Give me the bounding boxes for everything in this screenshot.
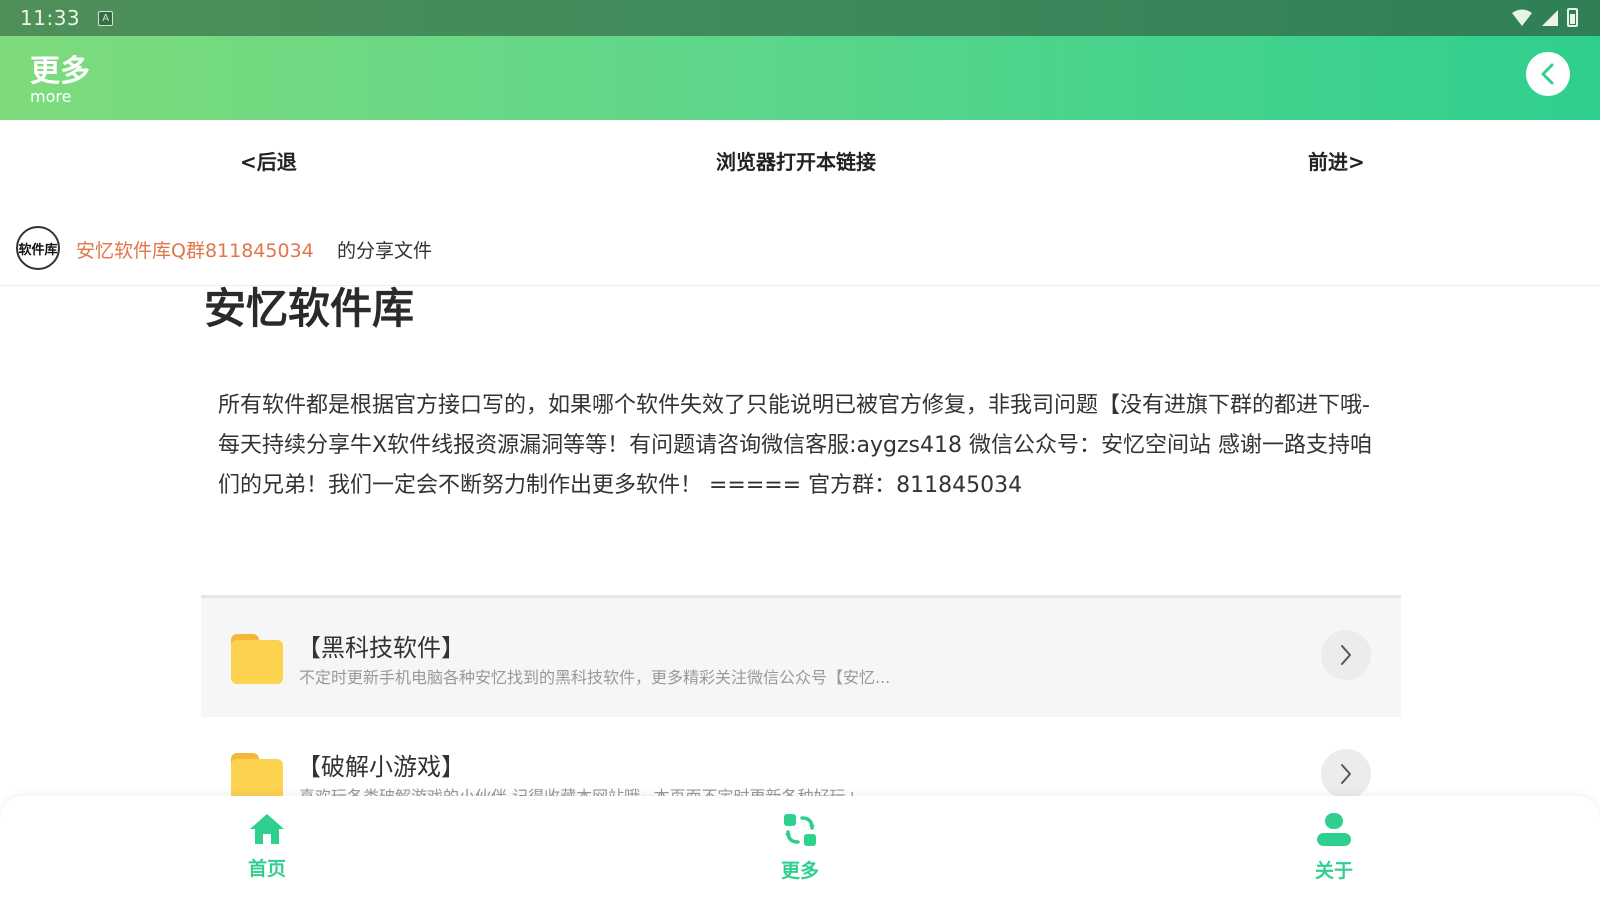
list-item-subtitle: 不定时更新手机电脑各种安忆找到的黑科技软件，更多精彩关注微信公众号【安忆... <box>299 668 891 687</box>
home-icon <box>250 814 284 844</box>
status-bar: 11:33 A <box>0 0 1600 36</box>
keyboard-badge-icon: A <box>98 10 114 26</box>
tab-home-label: 首页 <box>247 858 286 880</box>
signal-icon <box>1542 9 1558 26</box>
list-item-title: 【破解小游戏】 <box>297 753 465 781</box>
open-folder-button[interactable] <box>1321 630 1371 680</box>
open-folder-button[interactable] <box>1321 749 1371 799</box>
battery-icon <box>1567 8 1578 27</box>
folder-icon <box>231 634 283 684</box>
refresh-grid-icon <box>784 814 816 846</box>
bottom-nav: 首页 更多 关于 <box>0 796 1600 900</box>
app-header: 更多 more <box>0 36 1600 120</box>
tab-more-label: 更多 <box>780 860 819 882</box>
chevron-right-icon <box>1341 645 1351 665</box>
list-item-title: 【黑科技软件】 <box>297 634 465 662</box>
back-button[interactable] <box>1526 52 1570 96</box>
chevron-right-icon <box>1341 764 1351 784</box>
content-description: 所有软件都是根据官方接口写的，如果哪个软件失效了只能说明已被官方修复，非我司问题… <box>218 393 1372 498</box>
nav-forward-link[interactable]: 前进> <box>1308 146 1365 175</box>
tab-home[interactable]: 首页 <box>217 812 317 881</box>
page-title: 更多 <box>30 54 90 89</box>
nav-back-link[interactable]: <后退 <box>240 146 297 175</box>
chevron-left-icon <box>1541 63 1554 85</box>
sharer-name-link[interactable]: 安忆软件库Q群811845034 <box>76 236 314 263</box>
status-time: 11:33 <box>20 6 81 30</box>
status-icons <box>1511 8 1578 27</box>
content-title: 安忆软件库 <box>204 284 415 333</box>
avatar: 软件库 <box>16 226 60 270</box>
tab-about-label: 关于 <box>1314 860 1353 882</box>
user-icon <box>1317 813 1351 846</box>
tab-about[interactable]: 关于 <box>1284 812 1384 883</box>
open-in-browser-link[interactable]: 浏览器打开本链接 <box>716 146 876 175</box>
share-suffix: 的分享文件 <box>337 240 433 262</box>
tab-more[interactable]: 更多 <box>750 812 850 883</box>
wifi-icon <box>1512 9 1532 26</box>
browser-nav: <后退 浏览器打开本链接 前进> <box>0 120 1600 198</box>
page-subtitle: more <box>30 87 72 106</box>
folder-icon <box>231 753 283 803</box>
list-item[interactable]: 【黑科技软件】 不定时更新手机电脑各种安忆找到的黑科技软件，更多精彩关注微信公众… <box>201 595 1401 717</box>
